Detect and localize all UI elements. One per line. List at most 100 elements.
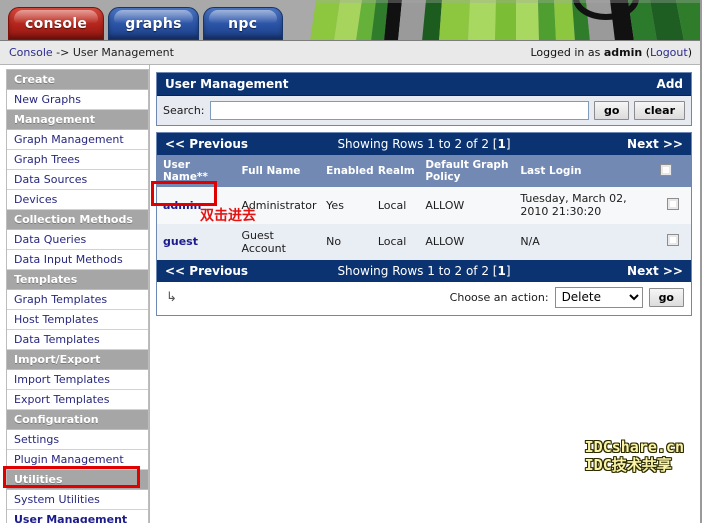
cell-last-login: Tuesday, March 02, 2010 21:30:20 (514, 187, 654, 224)
page-body: Create New Graphs Management Graph Manag… (0, 65, 700, 523)
pagination-bottom-next-wrap: Next >> (522, 264, 683, 278)
breadcrumb-separator: -> (52, 46, 73, 59)
sidebar-item-new-graphs[interactable]: New Graphs (7, 90, 148, 110)
sidebar-item-data-input-methods[interactable]: Data Input Methods (7, 250, 148, 270)
login-username: admin (603, 46, 643, 59)
sidebar-item-data-templates[interactable]: Data Templates (7, 330, 148, 350)
breadcrumb-console-link[interactable]: Console (9, 46, 53, 59)
row-checkbox-admin[interactable] (667, 197, 680, 210)
sidebar-item-graph-templates[interactable]: Graph Templates (7, 290, 148, 310)
tab-graphs-label: graphs (125, 15, 182, 32)
table-header-row: User Name** Full Name Enabled Realm Defa… (157, 155, 691, 188)
cell-realm: Local (371, 223, 420, 260)
column-header-last-login[interactable]: Last Login (514, 155, 654, 188)
action-go-button[interactable]: go (648, 287, 684, 307)
breadcrumb: Console -> User Management (9, 46, 530, 59)
sidebar-item-devices[interactable]: Devices (7, 190, 148, 210)
sidebar-header-collection-methods: Collection Methods (7, 210, 148, 230)
user-link-admin[interactable]: admin (163, 199, 201, 212)
action-arrow-icon: ↳ (166, 289, 177, 305)
sidebar-header-configuration: Configuration (7, 410, 148, 430)
sidebar-item-data-queries[interactable]: Data Queries (7, 230, 148, 250)
cell-select (653, 187, 691, 224)
search-row: Search: go clear (157, 96, 691, 125)
column-header-realm[interactable]: Realm (371, 155, 420, 188)
cell-fullname: Guest Account (235, 223, 321, 260)
action-controls: Choose an action: Delete Enable Disable … (449, 286, 684, 308)
login-status: Logged in as admin (Logout) (530, 46, 692, 59)
pagination-bottom-prev-wrap: << Previous (165, 264, 326, 278)
tab-console[interactable]: console (8, 7, 105, 40)
add-user-link[interactable]: Add (657, 77, 683, 91)
sidebar-item-system-utilities[interactable]: System Utilities (7, 490, 148, 510)
select-all-checkbox[interactable] (659, 163, 672, 176)
action-select[interactable]: Delete Enable Disable Batch Copy (554, 286, 643, 308)
sidebar-header-create: Create (7, 70, 148, 90)
sidebar-item-export-templates[interactable]: Export Templates (7, 390, 148, 410)
app-banner: console graphs npc (0, 0, 700, 41)
rows-status-bottom-prefix: Showing Rows 1 to 2 of 2 [ (337, 263, 498, 278)
pagination-bottom-status: Showing Rows 1 to 2 of 2 [1] (326, 264, 523, 278)
choose-action-label: Choose an action: (449, 290, 549, 304)
next-page-link-top[interactable]: Next >> (627, 137, 683, 151)
sidebar-item-graph-management[interactable]: Graph Management (7, 130, 148, 150)
pagination-top-next-wrap: Next >> (522, 137, 683, 151)
cell-select (653, 223, 691, 260)
column-header-enabled[interactable]: Enabled (320, 155, 374, 188)
current-page-top[interactable]: 1 (497, 137, 505, 151)
search-clear-button[interactable]: clear (634, 101, 685, 120)
sidebar-header-templates: Templates (7, 270, 148, 290)
next-page-link-bottom[interactable]: Next >> (627, 264, 683, 278)
cell-enabled: Yes (320, 187, 372, 224)
users-table: User Name** Full Name Enabled Realm Defa… (157, 155, 691, 260)
page-title: User Management (165, 77, 289, 91)
pagination-top-prev-wrap: << Previous (165, 137, 326, 151)
cell-fullname: Administrator (235, 187, 321, 224)
cell-username: guest (157, 223, 236, 260)
main-content: User Management Add Search: go clear << … (150, 65, 700, 523)
column-header-default-graph-policy[interactable]: Default Graph Policy (419, 155, 515, 188)
sidebar-item-host-templates[interactable]: Host Templates (7, 310, 148, 330)
logout-link[interactable]: Logout (650, 46, 688, 59)
sidebar-item-import-templates[interactable]: Import Templates (7, 370, 148, 390)
sidebar-header-import-export: Import/Export (7, 350, 148, 370)
sidebar-item-plugin-management[interactable]: Plugin Management (7, 450, 148, 470)
sidebar: Create New Graphs Management Graph Manag… (0, 65, 150, 523)
breadcrumb-bar: Console -> User Management Logged in as … (0, 41, 700, 65)
rows-status-bottom-suffix: ] (505, 263, 511, 278)
column-header-username[interactable]: User Name** (157, 155, 236, 188)
cell-policy: ALLOW (419, 223, 515, 260)
row-checkbox-guest[interactable] (667, 234, 680, 247)
sidebar-item-user-management[interactable]: User Management (7, 510, 148, 523)
logout-open-paren: ( (642, 46, 651, 59)
table-row[interactable]: guest Guest Account No Local ALLOW N/A (157, 223, 691, 260)
search-go-button[interactable]: go (593, 101, 630, 120)
sidebar-item-graph-trees[interactable]: Graph Trees (7, 150, 148, 170)
breadcrumb-current: User Management (72, 46, 174, 59)
previous-page-link-top[interactable]: << Previous (165, 137, 248, 151)
table-row[interactable]: admin Administrator Yes Local ALLOW Tues… (157, 187, 691, 224)
column-header-fullname[interactable]: Full Name (235, 155, 321, 188)
search-input[interactable] (209, 101, 589, 120)
cacti-banner-graphic (310, 0, 700, 40)
column-header-select-all (653, 155, 691, 188)
pagination-top: << Previous Showing Rows 1 to 2 of 2 [1]… (157, 133, 691, 155)
tab-npc[interactable]: npc (202, 7, 283, 40)
main-tabs: console graphs npc (8, 7, 283, 40)
app-window: console graphs npc Console -> User Manag… (0, 0, 702, 523)
sidebar-header-utilities: Utilities (7, 470, 148, 490)
previous-page-link-bottom[interactable]: << Previous (165, 264, 248, 278)
users-table-panel: << Previous Showing Rows 1 to 2 of 2 [1]… (156, 132, 692, 316)
rows-status-top-suffix: ] (505, 137, 511, 151)
tab-graphs[interactable]: graphs (108, 7, 199, 40)
user-link-guest[interactable]: guest (163, 235, 198, 248)
sidebar-header-management: Management (7, 110, 148, 130)
sidebar-item-data-sources[interactable]: Data Sources (7, 170, 148, 190)
search-label: Search: (163, 104, 205, 117)
sidebar-item-settings[interactable]: Settings (7, 430, 148, 450)
cell-realm: Local (371, 187, 420, 224)
logout-close-paren: ) (687, 46, 692, 59)
cell-last-login: N/A (514, 223, 654, 260)
cell-enabled: No (320, 223, 372, 260)
current-page-bottom[interactable]: 1 (497, 264, 505, 278)
